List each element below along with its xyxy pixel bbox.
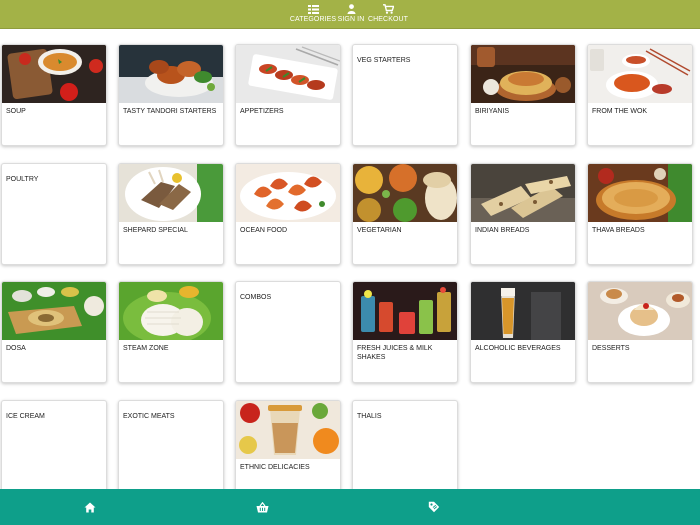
category-name: COMBOS: [240, 294, 272, 301]
category-name: THALIS: [357, 413, 382, 420]
shepard-photo: [119, 164, 223, 222]
sign-in-nav-button[interactable]: SIGN IN: [336, 3, 366, 23]
category-name: EXOTIC MEATS: [123, 413, 175, 420]
appetizers-photo: [236, 45, 340, 103]
category-card-vegetarian[interactable]: VEGETARIAN: [352, 163, 458, 265]
category-name: ICE CREAM: [6, 413, 45, 420]
bottom-nav-bar: [0, 489, 700, 525]
category-name: FROM THE WOK: [592, 108, 648, 115]
category-name: INDIAN BREADS: [475, 227, 530, 234]
ethnic-photo: [236, 401, 340, 459]
category-name: SHEPARD SPECIAL: [123, 227, 188, 234]
checkout-label: CHECKOUT: [367, 16, 409, 23]
category-name: POULTRY: [6, 176, 39, 183]
category-card-thava-breads[interactable]: THAVA BREADS: [587, 163, 693, 265]
category-name: THAVA BREADS: [592, 227, 645, 234]
category-card-shepard-special[interactable]: SHEPARD SPECIAL: [118, 163, 224, 265]
sign-in-label: SIGN IN: [337, 16, 365, 23]
home-icon[interactable]: [83, 501, 97, 513]
category-card-poultry[interactable]: POULTRY: [1, 163, 107, 265]
category-name: FRESH JUICES & MILK SHAKES: [357, 345, 433, 361]
category-card-desserts[interactable]: DESSERTS: [587, 281, 693, 383]
category-name: BIRIYANIS: [475, 108, 510, 115]
category-name: APPETIZERS: [240, 108, 284, 115]
category-card-biriyanis[interactable]: BIRIYANIS: [470, 44, 576, 146]
category-card-veg-starters[interactable]: VEG STARTERS: [352, 44, 458, 146]
checkout-nav-button[interactable]: CHECKOUT: [368, 3, 408, 23]
basket-icon[interactable]: [255, 501, 269, 513]
juices-photo: [353, 282, 457, 340]
category-card-steam-zone[interactable]: STEAM ZONE: [118, 281, 224, 383]
category-card-indian-breads[interactable]: INDIAN BREADS: [470, 163, 576, 265]
desserts-photo: [588, 282, 692, 340]
dosa-photo: [2, 282, 106, 340]
breads-photo: [471, 164, 575, 222]
category-card-thalis[interactable]: THALIS: [352, 400, 458, 502]
cart-icon: [382, 3, 394, 15]
category-card-appetizers[interactable]: APPETIZERS: [235, 44, 341, 146]
category-card-ocean-food[interactable]: OCEAN FOOD: [235, 163, 341, 265]
user-icon: [347, 3, 356, 15]
soup-photo: [2, 45, 106, 103]
category-name: VEGETARIAN: [357, 227, 402, 234]
category-name: SOUP: [6, 108, 26, 115]
category-card-exotic-meats[interactable]: EXOTIC MEATS: [118, 400, 224, 502]
category-card-combos[interactable]: COMBOS: [235, 281, 341, 383]
category-card-alcoholic-beverages[interactable]: ALCOHOLIC BEVERAGES: [470, 281, 576, 383]
category-name: DESSERTS: [592, 345, 630, 352]
category-card-ice-cream[interactable]: ICE CREAM: [1, 400, 107, 502]
thava-photo: [588, 164, 692, 222]
wok-photo: [588, 45, 692, 103]
category-name: OCEAN FOOD: [240, 227, 288, 234]
category-card-dosa[interactable]: DOSA: [1, 281, 107, 383]
tandoori-photo: [119, 45, 223, 103]
ocean-photo: [236, 164, 340, 222]
beer-photo: [471, 282, 575, 340]
biriyani-photo: [471, 45, 575, 103]
vegetarian-photo: [353, 164, 457, 222]
steam-photo: [119, 282, 223, 340]
category-card-from-the-wok[interactable]: FROM THE WOK: [587, 44, 693, 146]
categories-nav-button[interactable]: CATEGORIES: [289, 3, 337, 23]
category-name: ALCOHOLIC BEVERAGES: [475, 345, 561, 352]
category-name: ETHNIC DELICACIES: [240, 464, 310, 471]
category-name: VEG STARTERS: [357, 57, 411, 64]
category-name: DOSA: [6, 345, 26, 352]
category-card-soup[interactable]: SOUP: [1, 44, 107, 146]
category-card-fresh-juices-milk-shakes[interactable]: FRESH JUICES & MILK SHAKES: [352, 281, 458, 383]
category-card-tasty-tandori-starters[interactable]: TASTY TANDORI STARTERS: [118, 44, 224, 146]
category-card-ethnic-delicacies[interactable]: ETHNIC DELICACIES: [235, 400, 341, 502]
category-name: TASTY TANDORI STARTERS: [123, 108, 217, 115]
tag-icon[interactable]: [427, 501, 441, 513]
top-nav-bar: CATEGORIES SIGN IN CHECKOUT: [0, 0, 700, 29]
categories-label: CATEGORIES: [289, 16, 337, 23]
grid-list-icon: [307, 3, 319, 15]
category-name: STEAM ZONE: [123, 345, 169, 352]
